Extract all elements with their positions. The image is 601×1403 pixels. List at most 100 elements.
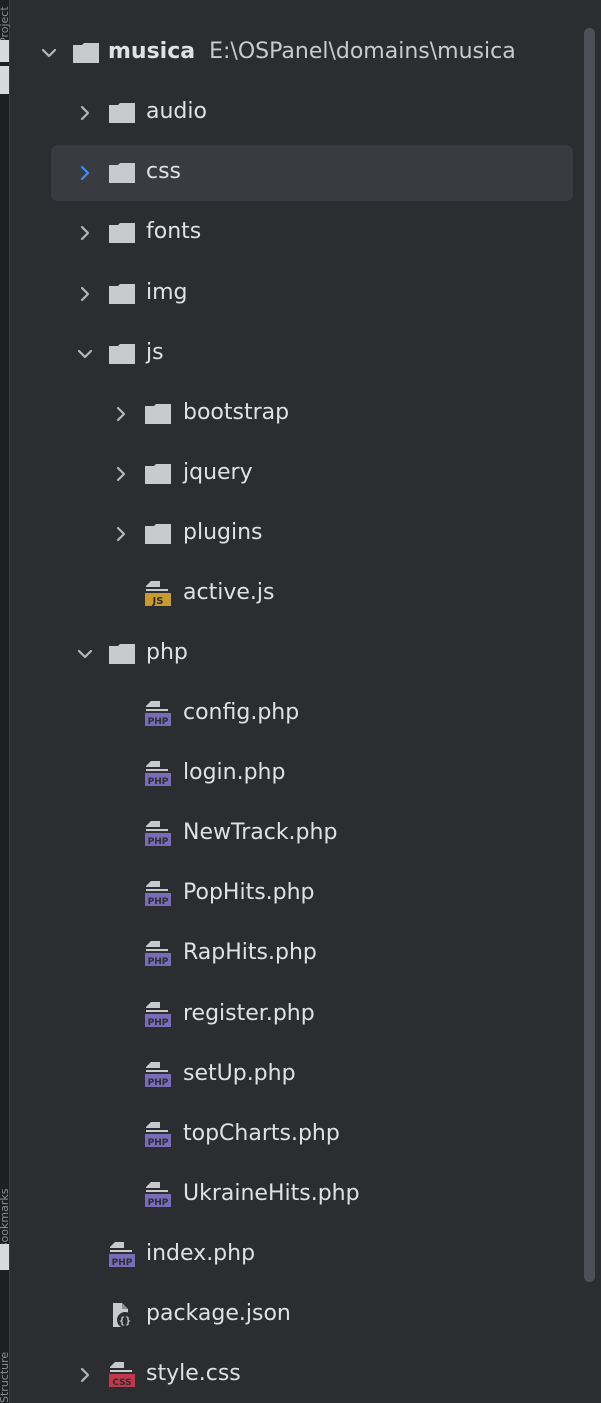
tree-item-pophits-php[interactable]: PHP PopHits.php — [9, 864, 601, 924]
tree-item-label: index.php — [146, 1241, 256, 1266]
php-badge-text: PHP — [148, 837, 169, 847]
chevron-down-icon[interactable] — [74, 643, 96, 665]
tree-item-jquery[interactable]: jquery — [9, 444, 601, 504]
tree-item-label: PopHits.php — [183, 880, 315, 905]
tree-item-newtrack-php[interactable]: PHP NewTrack.php — [9, 804, 601, 864]
tree-item-css[interactable]: css — [9, 143, 601, 203]
php-badge-text: PHP — [112, 1258, 133, 1268]
tree-item-label: fonts — [146, 219, 202, 244]
php-badge-text: PHP — [148, 1138, 169, 1148]
php-badge-text: PHP — [148, 957, 169, 967]
tree-item-label: register.php — [183, 1001, 315, 1026]
chevron-right-icon[interactable] — [110, 523, 132, 545]
folder-icon — [107, 340, 137, 368]
css-badge-text: CSS — [112, 1378, 131, 1388]
stripe-project-marker-lower — [0, 66, 9, 94]
folder-icon — [107, 99, 137, 127]
php-file-icon: PHP — [143, 820, 173, 848]
chevron-right-icon[interactable] — [74, 283, 96, 305]
tree-item-label: package.json — [146, 1301, 291, 1326]
tree-item-label: config.php — [183, 700, 300, 725]
tree-item-config-php[interactable]: PHP config.php — [9, 684, 601, 744]
tree-item-label: img — [146, 280, 188, 305]
chevron-right-icon[interactable] — [110, 403, 132, 425]
tree-item-php[interactable]: php — [9, 624, 601, 684]
js-badge-text: JS — [152, 596, 164, 607]
tree-item-register-php[interactable]: PHP register.php — [9, 985, 601, 1045]
tree-item-fonts[interactable]: fonts — [9, 203, 601, 263]
php-badge-text: PHP — [148, 1198, 169, 1208]
js-file-icon: JS — [143, 580, 173, 608]
tree-item-label: plugins — [183, 520, 263, 545]
php-file-icon: PHP — [143, 1001, 173, 1029]
json-file-icon: {} — [107, 1301, 137, 1329]
php-file-icon: PHP — [143, 700, 173, 728]
tree-item-label: style.css — [146, 1361, 241, 1386]
css-file-icon: CSS — [107, 1361, 137, 1389]
stripe-bookmarks-marker — [0, 1244, 9, 1270]
chevron-right-icon[interactable] — [110, 463, 132, 485]
tree-item-label: login.php — [183, 760, 286, 785]
php-file-icon: PHP — [107, 1241, 137, 1269]
chevron-right-icon[interactable] — [74, 222, 96, 244]
tree-item-index-php[interactable]: PHP index.php — [9, 1225, 601, 1285]
php-badge-text: PHP — [148, 1078, 169, 1088]
php-badge-text: PHP — [148, 1018, 169, 1028]
tree-item-label: setUp.php — [183, 1061, 296, 1086]
vertical-scrollbar[interactable] — [584, 28, 595, 1282]
chevron-down-icon[interactable] — [74, 343, 96, 365]
php-file-icon: PHP — [143, 880, 173, 908]
php-badge-text: PHP — [148, 897, 169, 907]
tree-item-label: active.js — [183, 580, 275, 605]
tree-item-style-css[interactable]: CSS style.css — [9, 1345, 601, 1403]
stripe-project-marker — [0, 40, 9, 62]
tree-item-label: audio — [146, 99, 207, 124]
php-file-icon: PHP — [143, 760, 173, 788]
tree-root-label: musica E:\OSPanel\domains\musica — [108, 37, 516, 67]
folder-icon — [143, 520, 173, 548]
tree-item-bootstrap[interactable]: bootstrap — [9, 384, 601, 444]
tree-item-audio[interactable]: audio — [9, 83, 601, 143]
tree-item-img[interactable]: img — [9, 264, 601, 324]
tree-item-plugins[interactable]: plugins — [9, 504, 601, 564]
folder-icon — [107, 280, 137, 308]
tree-item-label: css — [146, 159, 182, 184]
tree-item-package-json[interactable]: {} package.json — [9, 1285, 601, 1345]
root-folder-path: E:\OSPanel\domains\musica — [209, 39, 516, 64]
tree-item-login-php[interactable]: PHP login.php — [9, 744, 601, 804]
folder-icon — [143, 460, 173, 488]
folder-icon — [107, 159, 137, 187]
folder-icon — [143, 400, 173, 428]
php-file-icon: PHP — [143, 1061, 173, 1089]
folder-icon — [107, 219, 137, 247]
php-file-icon: PHP — [143, 1121, 173, 1149]
tree-item-js[interactable]: js — [9, 324, 601, 384]
chevron-right-icon[interactable] — [74, 162, 96, 184]
tree-item-label: bootstrap — [183, 400, 290, 425]
tree-item-active-js[interactable]: JS active.js — [9, 564, 601, 624]
project-tool-window: Project Bookmarks Structure musica E:\OSP… — [0, 0, 601, 1403]
folder-icon — [107, 640, 137, 668]
project-tree: musica E:\OSPanel\domains\musica audio cs… — [9, 0, 601, 1403]
folder-icon — [71, 39, 101, 67]
tree-item-raphits-php[interactable]: PHP RapHits.php — [9, 924, 601, 984]
tree-item-label: UkraineHits.php — [183, 1181, 360, 1206]
tree-item-label: topCharts.php — [183, 1121, 340, 1146]
tree-item-ukrainehits-php[interactable]: PHP UkraineHits.php — [9, 1165, 601, 1225]
php-badge-text: PHP — [148, 777, 169, 787]
php-badge-text: PHP — [148, 717, 169, 727]
chevron-right-icon[interactable] — [74, 1364, 96, 1386]
php-file-icon: PHP — [143, 1181, 173, 1209]
tree-item-label: php — [146, 640, 188, 665]
svg-text:{}: {} — [119, 1316, 131, 1327]
root-folder-name: musica — [108, 39, 196, 64]
chevron-right-icon[interactable] — [74, 102, 96, 124]
tree-item-topcharts-php[interactable]: PHP topCharts.php — [9, 1105, 601, 1165]
tree-item-label: js — [146, 340, 164, 365]
tree-item-label: NewTrack.php — [183, 820, 338, 845]
tree-root-row[interactable]: musica E:\OSPanel\domains\musica — [9, 23, 601, 83]
chevron-down-icon[interactable] — [38, 42, 60, 64]
php-file-icon: PHP — [143, 940, 173, 968]
tree-item-label: jquery — [183, 460, 253, 485]
tree-item-setup-php[interactable]: PHP setUp.php — [9, 1045, 601, 1105]
